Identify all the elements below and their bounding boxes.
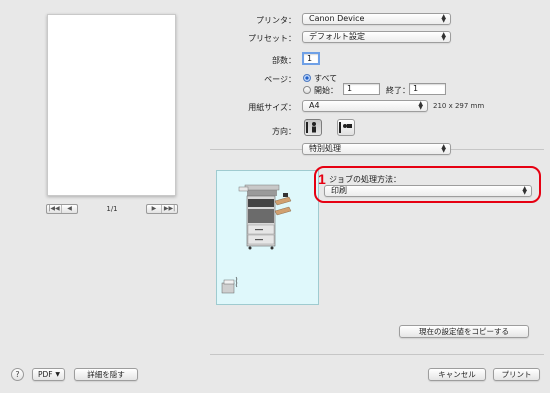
paper-size-label: 用紙サイズ：: [248, 103, 296, 112]
pages-to-label: 終了：: [386, 86, 410, 95]
pages-label: ページ：: [264, 75, 296, 84]
landscape-person-icon: [339, 122, 352, 133]
section-divider-right: [448, 149, 544, 150]
last-page-button[interactable]: ▶▶|: [162, 205, 177, 213]
paper-size-popup[interactable]: A4 ▲ ▼: [302, 100, 428, 112]
pages-all-label: すべて: [314, 74, 338, 83]
orientation-label: 方向：: [272, 127, 296, 136]
printer-device-icon: [221, 184, 292, 294]
preset-label: プリセット：: [248, 34, 296, 43]
copies-input[interactable]: 1: [302, 52, 320, 65]
pages-range-radio[interactable]: [303, 86, 311, 94]
print-button[interactable]: プリント: [493, 368, 540, 381]
pdf-label: PDF: [38, 370, 53, 379]
printer-popup[interactable]: Canon Device ▲ ▼: [302, 13, 451, 25]
cancel-button[interactable]: キャンセル: [428, 368, 486, 381]
device-illustration-panel: [216, 170, 319, 305]
help-icon[interactable]: ?: [11, 368, 24, 381]
copy-current-settings-button[interactable]: 現在の設定値をコピーする: [399, 325, 529, 338]
printer-value: Canon Device: [309, 14, 365, 23]
pages-to-input[interactable]: 1: [409, 83, 446, 95]
pages-from-label: 開始：: [314, 86, 338, 95]
popup-arrows-icon: ▲ ▼: [441, 13, 446, 24]
job-processing-label: ジョブの処理方法：: [329, 175, 401, 184]
popup-arrows-icon: ▲ ▼: [522, 185, 527, 196]
landscape-orientation-button[interactable]: [337, 119, 355, 136]
next-page-button[interactable]: ▶: [147, 205, 162, 213]
popup-arrows-icon: ▲ ▼: [441, 143, 446, 154]
portrait-person-icon: [306, 122, 316, 133]
preset-popup[interactable]: デフォルト設定 ▲ ▼: [302, 31, 451, 43]
section-popup[interactable]: 特別処理 ▲ ▼: [302, 143, 451, 155]
section-popup-value: 特別処理: [309, 144, 341, 153]
portrait-orientation-button[interactable]: [304, 119, 322, 136]
popup-arrows-icon: ▲ ▼: [441, 31, 446, 42]
copies-label: 部数：: [272, 56, 296, 65]
job-processing-value: 印刷: [331, 186, 347, 195]
preview-back-buttons: |◀◀ ◀: [46, 204, 78, 214]
footer-divider: [210, 354, 544, 355]
pages-all-radio[interactable]: [303, 74, 311, 82]
chevron-down-icon: ▼: [55, 371, 60, 378]
page-indicator: 1/1: [106, 205, 118, 213]
section-divider-left: [210, 149, 306, 150]
pages-from-input[interactable]: 1: [343, 83, 380, 95]
paper-size-value: A4: [309, 101, 320, 110]
previous-page-button[interactable]: ◀: [62, 205, 77, 213]
job-processing-popup[interactable]: 印刷 ▲ ▼: [324, 185, 532, 197]
preset-value: デフォルト設定: [309, 32, 365, 41]
preview-forward-buttons: ▶ ▶▶|: [145, 204, 178, 214]
hide-details-button[interactable]: 詳細を隠す: [74, 368, 138, 381]
pdf-menu-button[interactable]: PDF ▼: [32, 368, 65, 381]
popup-arrows-icon: ▲ ▼: [418, 100, 423, 111]
printer-label: プリンタ：: [256, 16, 296, 25]
print-preview-page: [47, 14, 176, 196]
preview-pager: |◀◀ ◀ 1/1 ▶ ▶▶|: [46, 203, 178, 215]
paper-dimensions: 210 x 297 mm: [433, 102, 485, 110]
first-page-button[interactable]: |◀◀: [47, 205, 62, 213]
